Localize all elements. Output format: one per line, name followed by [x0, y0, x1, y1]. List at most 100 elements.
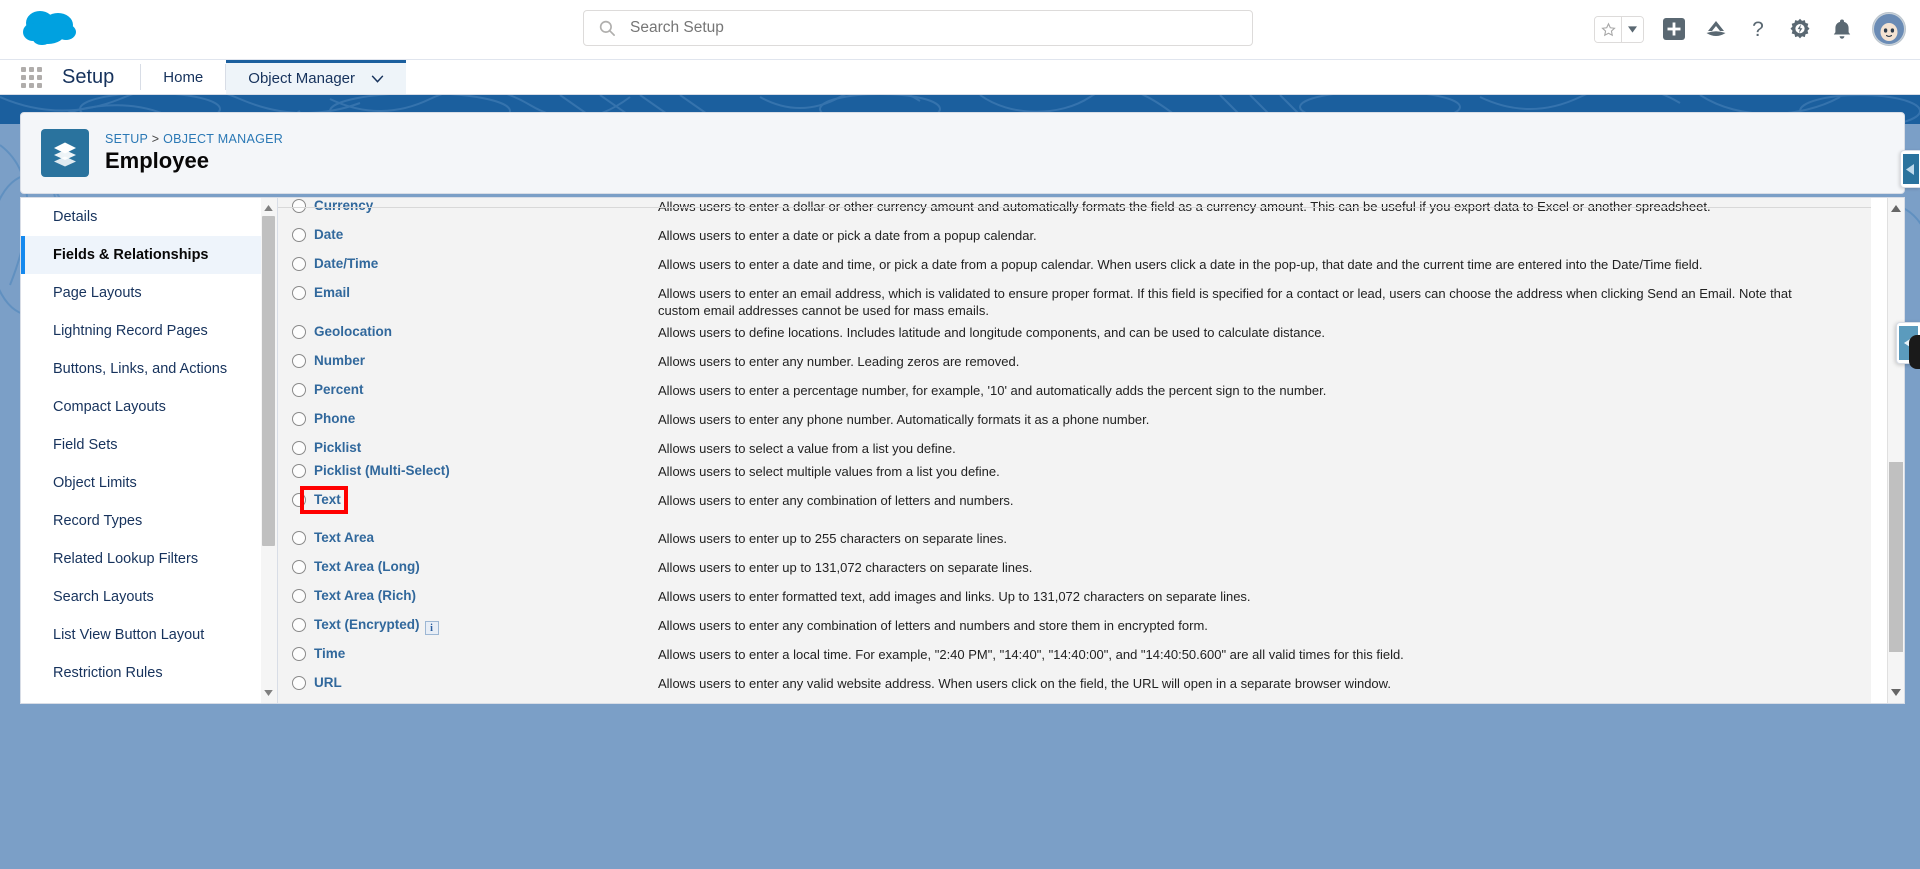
data-type-label[interactable]: Text Area (Long) [314, 559, 420, 574]
sidebar-item-details[interactable]: Details [21, 198, 261, 236]
radio-picklist-multi-select[interactable] [292, 464, 306, 478]
radio-currency[interactable] [292, 199, 306, 213]
user-avatar[interactable] [1872, 12, 1906, 46]
search-box[interactable]: Search Setup [583, 10, 1253, 46]
chevron-down-icon[interactable] [371, 70, 384, 87]
data-type-row-picklist-multi-select[interactable]: Picklist (Multi-Select) Allows users to s… [278, 463, 1871, 480]
data-type-row-url[interactable]: URL Allows users to enter any valid websi… [278, 675, 1871, 692]
data-type-label[interactable]: Currency [314, 198, 373, 213]
sidebar-item-restriction-rules[interactable]: Restriction Rules [21, 654, 261, 692]
data-type-option-picklist-multi-select[interactable]: Picklist (Multi-Select) [278, 463, 658, 478]
data-type-label[interactable]: Percent [314, 382, 364, 397]
radio-url[interactable] [292, 676, 306, 690]
data-type-label[interactable]: Email [314, 285, 350, 300]
data-type-option-percent[interactable]: Percent [278, 382, 658, 397]
radio-number[interactable] [292, 354, 306, 368]
radio-date[interactable] [292, 228, 306, 242]
radio-text[interactable] [292, 493, 306, 507]
data-type-option-geolocation[interactable]: Geolocation [278, 324, 658, 339]
data-type-label[interactable]: Text (Encrypted) i [314, 617, 439, 635]
data-type-row-picklist[interactable]: Picklist Allows users to select a value f… [278, 440, 1871, 457]
data-type-row-number[interactable]: Number Allows users to enter any number. … [278, 353, 1871, 370]
data-type-label[interactable]: URL [314, 675, 342, 690]
sidebar-scrollbar[interactable] [261, 197, 278, 704]
data-type-label[interactable]: Date/Time [314, 256, 378, 271]
data-type-row-time[interactable]: Time Allows users to enter a local time. … [278, 646, 1871, 663]
data-type-label[interactable]: Picklist [314, 440, 361, 455]
radio-text-area-rich[interactable] [292, 589, 306, 603]
data-type-row-date[interactable]: Date Allows users to enter a date or pick… [278, 227, 1871, 244]
sidebar-item-lightning-record-pages[interactable]: Lightning Record Pages [21, 312, 261, 350]
breadcrumb-object-manager[interactable]: OBJECT MANAGER [163, 132, 283, 146]
data-type-option-text-area-rich[interactable]: Text Area (Rich) [278, 588, 658, 603]
data-type-row-date-time[interactable]: Date/Time Allows users to enter a date an… [278, 256, 1871, 273]
tab-object-manager[interactable]: Object Manager [226, 60, 407, 94]
data-type-option-phone[interactable]: Phone [278, 411, 658, 426]
favorites-dropdown-icon[interactable] [1622, 16, 1643, 42]
sidebar-item-buttons-links-and-actions[interactable]: Buttons, Links, and Actions [21, 350, 261, 388]
data-type-label[interactable]: Time [314, 646, 345, 661]
radio-time[interactable] [292, 647, 306, 661]
tab-home[interactable]: Home [141, 60, 225, 94]
sidebar-item-page-layouts[interactable]: Page Layouts [21, 274, 261, 312]
data-type-row-email[interactable]: Email Allows users to enter an email addr… [278, 285, 1871, 319]
data-type-row-text-area-long[interactable]: Text Area (Long) Allows users to enter up… [278, 559, 1871, 576]
data-type-option-text-area-long[interactable]: Text Area (Long) [278, 559, 658, 574]
radio-percent[interactable] [292, 383, 306, 397]
global-actions-icon[interactable] [1662, 17, 1686, 41]
data-type-row-text-encrypted[interactable]: Text (Encrypted) i Allows users to enter a… [278, 617, 1871, 635]
radio-text-area-long[interactable] [292, 560, 306, 574]
sidebar-item-related-lookup-filters[interactable]: Related Lookup Filters [21, 540, 261, 578]
content-scroll-up-arrow[interactable] [1888, 200, 1904, 217]
data-type-option-time[interactable]: Time [278, 646, 658, 661]
radio-picklist[interactable] [292, 441, 306, 455]
data-type-label[interactable]: Text Area (Rich) [314, 588, 416, 603]
data-type-label[interactable]: Text [314, 492, 341, 507]
content-scrollbar[interactable] [1887, 198, 1904, 703]
data-type-row-geolocation[interactable]: Geolocation Allows users to define locati… [278, 324, 1871, 341]
notifications-bell-icon[interactable] [1830, 17, 1854, 41]
content-scroll-thumb[interactable] [1889, 462, 1903, 652]
data-type-option-currency[interactable]: Currency [278, 198, 658, 213]
radio-geolocation[interactable] [292, 325, 306, 339]
sidebar-item-fields-relationships[interactable]: Fields & Relationships [21, 236, 261, 274]
object-sidebar-nav[interactable]: Details Fields & Relationships Page Layout… [20, 197, 261, 704]
data-type-option-url[interactable]: URL [278, 675, 658, 690]
collapse-header-button[interactable] [1900, 150, 1920, 188]
radio-email[interactable] [292, 286, 306, 300]
sidebar-item-compact-layouts[interactable]: Compact Layouts [21, 388, 261, 426]
data-type-label[interactable]: Picklist (Multi-Select) [314, 463, 450, 478]
data-type-label[interactable]: Phone [314, 411, 355, 426]
data-type-option-number[interactable]: Number [278, 353, 658, 368]
radio-text-area[interactable] [292, 531, 306, 545]
search-input-wrapper[interactable]: Search Setup [583, 10, 1253, 46]
data-type-label[interactable]: Geolocation [314, 324, 392, 339]
data-type-option-picklist[interactable]: Picklist [278, 440, 658, 455]
info-icon[interactable]: i [424, 621, 439, 635]
sidebar-scroll-up-arrow[interactable] [261, 200, 276, 216]
sidebar-item-object-limits[interactable]: Object Limits [21, 464, 261, 502]
data-type-row-text-area[interactable]: Text Area Allows users to enter up to 255… [278, 530, 1871, 547]
data-type-row-text[interactable]: Text Allows users to enter any combinatio… [278, 492, 1871, 509]
data-type-selection-panel[interactable]: Currency Allows users to enter a dollar o… [278, 197, 1905, 704]
data-type-option-date[interactable]: Date [278, 227, 658, 242]
setup-gear-icon[interactable] [1788, 17, 1812, 41]
app-launcher-icon[interactable] [0, 60, 62, 94]
salesforce-cloud-logo[interactable] [18, 6, 80, 50]
data-type-option-text-area[interactable]: Text Area [278, 530, 658, 545]
data-type-row-phone[interactable]: Phone Allows users to enter any phone num… [278, 411, 1871, 428]
data-type-option-date-time[interactable]: Date/Time [278, 256, 658, 271]
favorites-group[interactable] [1594, 15, 1644, 43]
data-type-label[interactable]: Date [314, 227, 343, 242]
data-type-label[interactable]: Number [314, 353, 365, 368]
sidebar-item-field-sets[interactable]: Field Sets [21, 426, 261, 464]
help-icon[interactable]: ? [1746, 17, 1770, 41]
data-type-row-text-area-rich[interactable]: Text Area (Rich) Allows users to enter fo… [278, 588, 1871, 605]
radio-text-encrypted[interactable] [292, 618, 306, 632]
data-type-row-percent[interactable]: Percent Allows users to enter a percentag… [278, 382, 1871, 399]
trailhead-icon[interactable] [1704, 17, 1728, 41]
sidebar-scroll-down-arrow[interactable] [261, 685, 276, 701]
sidebar-item-record-types[interactable]: Record Types [21, 502, 261, 540]
favorites-star-icon[interactable] [1595, 16, 1622, 42]
data-type-label[interactable]: Text Area [314, 530, 374, 545]
